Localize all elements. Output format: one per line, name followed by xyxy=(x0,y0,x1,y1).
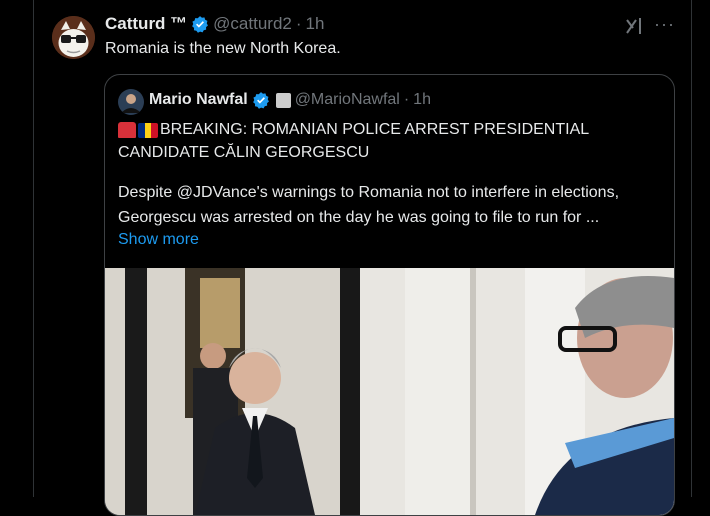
quote-photo[interactable] xyxy=(105,268,674,515)
quote-headline-line2: CANDIDATE CĂLIN GEORGESCU xyxy=(118,144,370,161)
column-border-left xyxy=(33,0,34,497)
timestamp[interactable]: 1h xyxy=(306,14,325,34)
quote-timestamp[interactable]: 1h xyxy=(413,91,431,109)
quote-header: Mario Nawfal @MarioNawfal · 1h xyxy=(149,91,431,109)
show-more-link[interactable]: Show more xyxy=(118,231,199,249)
quote-author-name[interactable]: Mario Nawfal xyxy=(149,91,248,109)
romania-flag-icon xyxy=(138,122,158,138)
verified-badge-icon xyxy=(252,91,270,109)
separator-dot: · xyxy=(403,91,410,108)
column-border-right xyxy=(691,0,692,497)
quote-headline: BREAKING: ROMANIAN POLICE ARREST PRESIDE… xyxy=(118,121,589,139)
quote-author-handle[interactable]: @MarioNawfal xyxy=(295,91,400,109)
separator-dot: · xyxy=(295,14,302,33)
quote-body-line1: Despite @JDVance's warnings to Romania n… xyxy=(118,184,620,201)
quote-headline-line1: BREAKING: ROMANIAN POLICE ARREST PRESIDE… xyxy=(160,121,590,138)
affiliate-badge-icon xyxy=(275,92,291,108)
author-name[interactable]: Catturd ™ xyxy=(105,14,187,34)
tweet-text: Romania is the new North Korea. xyxy=(105,40,341,57)
grok-icon[interactable] xyxy=(624,16,644,36)
tweet-header: Catturd ™ @catturd2 · 1h xyxy=(105,14,324,34)
siren-emoji-icon xyxy=(118,122,136,138)
quote-body-line2: Georgescu was arrested on the day he was… xyxy=(118,209,600,226)
quote-avatar[interactable] xyxy=(118,89,144,115)
avatar[interactable] xyxy=(52,16,95,59)
verified-badge-icon xyxy=(191,15,209,33)
more-dots-icon[interactable]: ··· xyxy=(654,14,675,35)
quoted-tweet[interactable]: Mario Nawfal @MarioNawfal · 1h BREAKING:… xyxy=(104,74,675,516)
author-handle[interactable]: @catturd2 xyxy=(213,14,292,34)
